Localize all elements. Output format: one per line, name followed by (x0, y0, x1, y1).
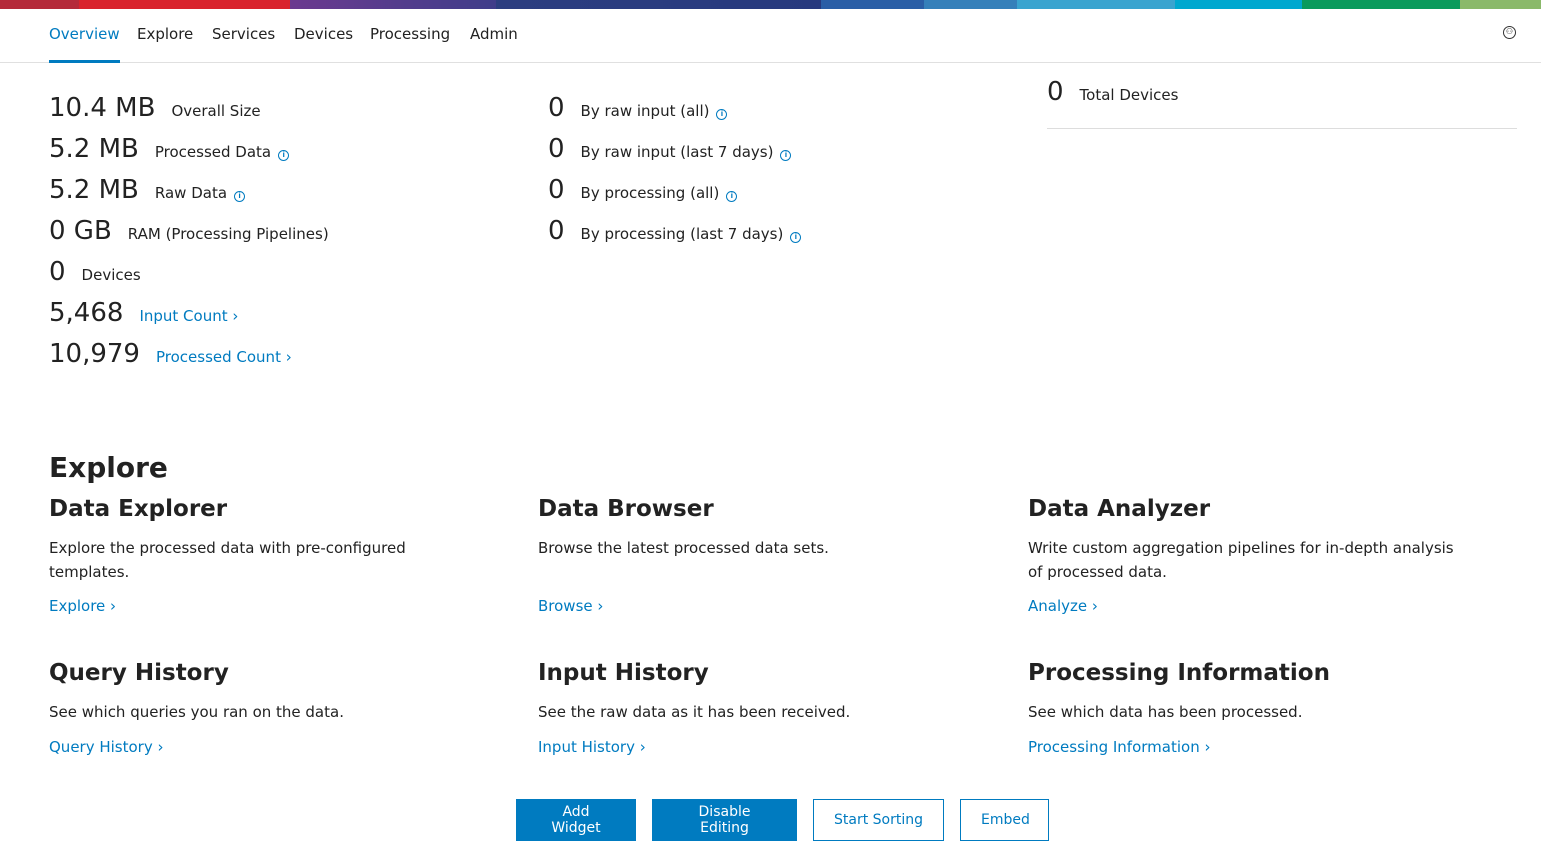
divider (1047, 128, 1517, 129)
stat-raw-data: 5.2 MB Raw Data i (49, 175, 246, 205)
card-data-browser: Data Browser Browse the latest processed … (538, 496, 829, 615)
stat-devices: 0 Devices (49, 257, 141, 287)
add-widget-button[interactable]: Add Widget (516, 799, 636, 841)
input-history-link[interactable]: Input History › (538, 738, 646, 756)
tab-admin[interactable]: Admin (470, 25, 518, 43)
tab-services[interactable]: Services (212, 25, 275, 43)
tab-processing[interactable]: Processing (370, 25, 450, 43)
processing-information-link[interactable]: Processing Information › (1028, 738, 1210, 756)
stat-ram: 0 GB RAM (Processing Pipelines) (49, 216, 329, 246)
info-icon[interactable]: i (278, 150, 290, 161)
browse-link[interactable]: Browse › (538, 597, 603, 615)
info-icon[interactable]: i (716, 109, 728, 120)
analyze-link[interactable]: Analyze › (1028, 597, 1098, 615)
stat-processing-7d: 0 By processing (last 7 days) i (548, 216, 802, 246)
explore-heading: Explore (49, 451, 168, 484)
embed-button[interactable]: Embed (960, 799, 1049, 841)
user-circle-icon[interactable]: ⚇ (1503, 26, 1516, 39)
stat-raw-input-all: 0 By raw input (all) i (548, 93, 728, 123)
processed-count-link[interactable]: Processed Count › (156, 348, 292, 366)
input-count-link[interactable]: Input Count › (139, 307, 238, 325)
card-data-explorer: Data Explorer Explore the processed data … (49, 496, 406, 615)
tab-devices[interactable]: Devices (294, 25, 353, 43)
stat-processed-data: 5.2 MB Processed Data i (49, 134, 290, 164)
info-icon[interactable]: i (234, 191, 246, 202)
stat-overall-size: 10.4 MB Overall Size (49, 93, 261, 123)
tab-explore[interactable]: Explore (137, 25, 193, 43)
stat-total-devices: 0 Total Devices (1047, 77, 1179, 107)
info-icon[interactable]: i (790, 232, 802, 243)
card-input-history: Input History See the raw data as it has … (538, 660, 851, 756)
card-processing-information: Processing Information See which data has… (1028, 660, 1330, 756)
top-nav: Overview Explore Services Devices Proces… (0, 9, 1541, 63)
stat-processed-count: 10,979 Processed Count › (49, 339, 292, 369)
start-sorting-button[interactable]: Start Sorting (813, 799, 944, 841)
stat-processing-all: 0 By processing (all) i (548, 175, 738, 205)
stat-raw-input-7d: 0 By raw input (last 7 days) i (548, 134, 792, 164)
card-data-analyzer: Data Analyzer Write custom aggregation pi… (1028, 496, 1454, 615)
explore-link[interactable]: Explore › (49, 597, 116, 615)
disable-editing-button[interactable]: Disable Editing (652, 799, 797, 841)
info-icon[interactable]: i (726, 191, 738, 202)
brand-color-bar (0, 0, 1541, 9)
query-history-link[interactable]: Query History › (49, 738, 164, 756)
info-icon[interactable]: i (780, 150, 792, 161)
tab-overview[interactable]: Overview (49, 25, 120, 63)
stat-input-count: 5,468 Input Count › (49, 298, 239, 328)
card-query-history: Query History See which queries you ran o… (49, 660, 344, 756)
